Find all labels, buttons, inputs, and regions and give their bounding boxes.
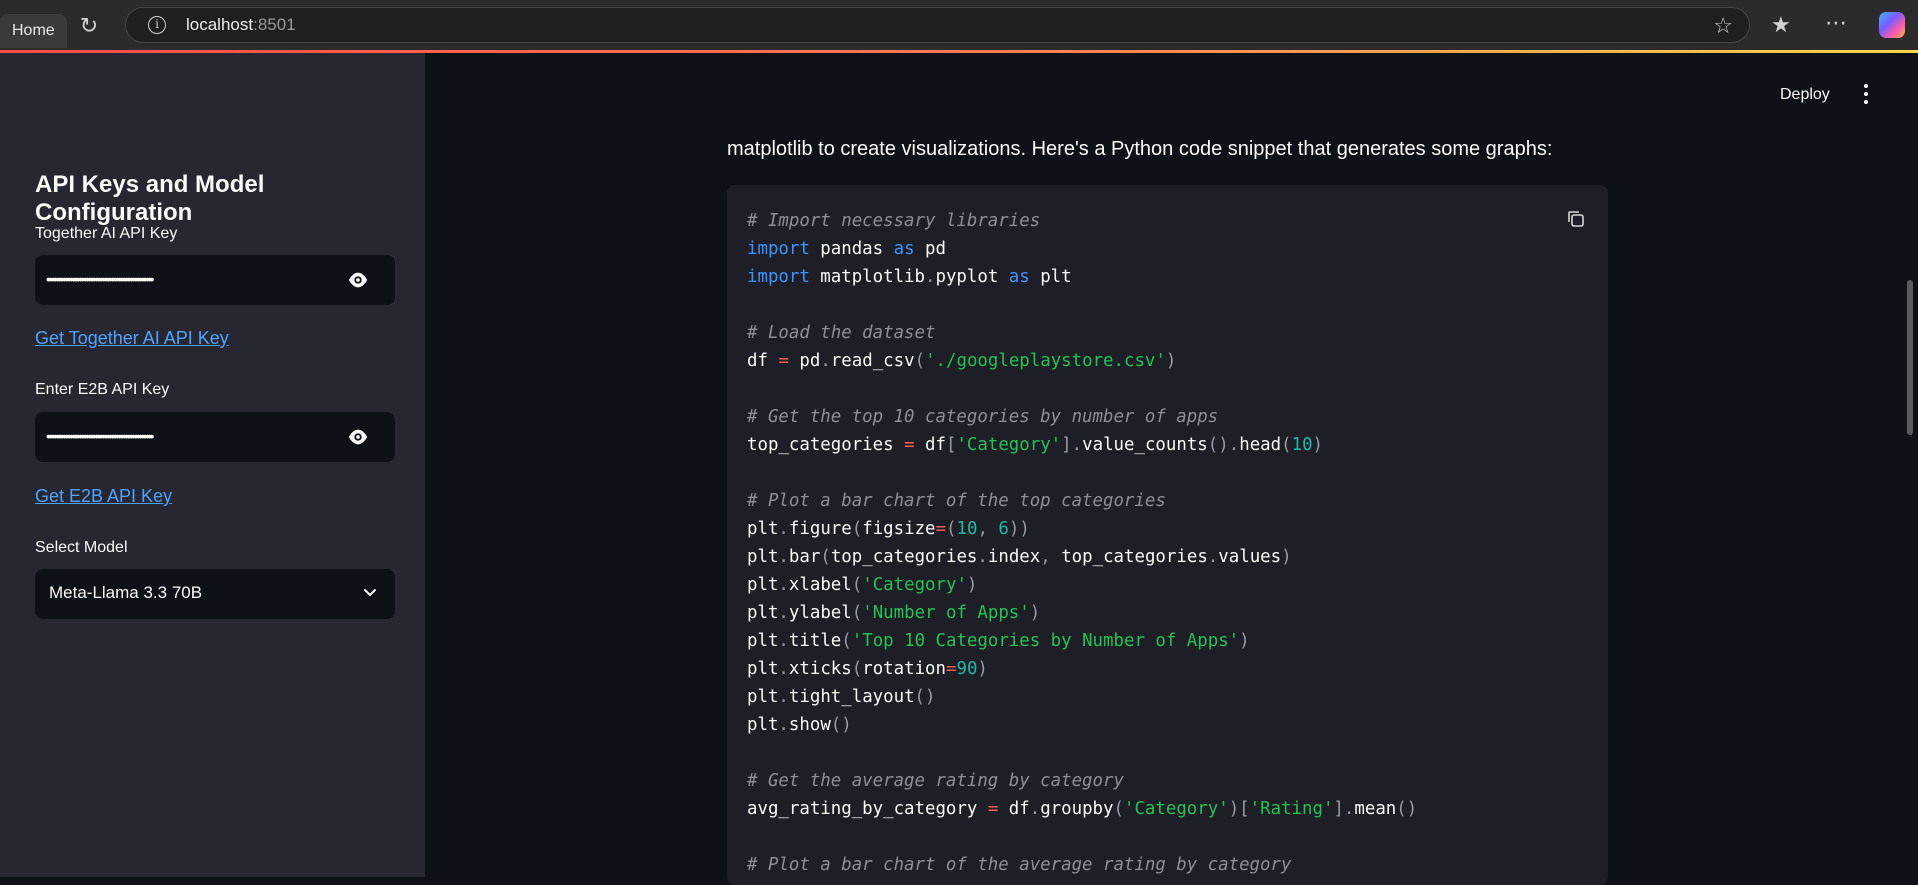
code-line: import pandas as pd [747,239,946,259]
code-line: plt.tight_layout() [747,687,936,707]
code-line: plt.ylabel('Number of Apps') [747,603,1041,623]
eye-icon[interactable] [347,271,369,289]
model-select-value: Meta-Llama 3.3 70B [49,583,203,602]
code-line: # Load the dataset [747,323,936,343]
code-line: plt.xticks(rotation=90) [747,659,988,679]
favorites-icon[interactable]: ★ [1771,12,1791,38]
together-key-label: Together AI API Key [35,225,178,242]
chevron-down-icon [364,589,376,597]
e2b-key-link[interactable]: Get E2B API Key [35,486,172,507]
sidebar: API Keys and Model Configuration Togethe… [0,53,425,877]
reload-icon[interactable]: ↻ [76,13,102,39]
more-icon[interactable]: ⋯ [1825,10,1848,36]
code-line: plt.figure(figsize=(10, 6)) [747,519,1030,539]
copilot-icon[interactable] [1879,12,1905,38]
code-line: top_categories = df['Category'].value_co… [747,435,1324,455]
code-line: # Plot a bar chart of the average rating… [747,855,1292,875]
url-text: localhost:8501 [186,15,296,35]
intro-text: matplotlib to create visualizations. Her… [727,138,1553,160]
e2b-key-label: Enter E2B API Key [35,381,170,398]
code-line: avg_rating_by_category = df.groupby('Cat… [747,799,1418,819]
e2b-key-input[interactable]: ••••••••••••••••••••••••••••••••••••••••… [35,412,395,462]
together-key-link[interactable]: Get Together AI API Key [35,328,229,349]
url-port: :8501 [253,15,296,34]
scrollbar[interactable] [1907,280,1913,435]
together-key-value: ••••••••••••••••••••••••••••••••••••••••… [46,271,154,287]
code-line: plt.show() [747,715,852,735]
code-line: # Get the average rating by category [747,771,1124,791]
together-key-input[interactable]: ••••••••••••••••••••••••••••••••••••••••… [35,255,395,305]
code-line: plt.title('Top 10 Categories by Number o… [747,631,1250,651]
copy-icon[interactable] [1566,209,1586,229]
main-menu-icon[interactable] [1860,82,1872,106]
code-line: import matplotlib.pyplot as plt [747,267,1072,287]
star-icon[interactable]: ☆ [1713,13,1733,39]
code-line: plt.xlabel('Category') [747,575,978,595]
tab-home[interactable]: Home [0,14,67,48]
code-content: # Import necessary libraries import panda… [747,207,1417,879]
sidebar-title: API Keys and Model Configuration [35,171,265,226]
eye-icon[interactable] [347,428,369,446]
e2b-key-value: ••••••••••••••••••••••••••••••••••••••••… [46,428,154,444]
info-icon[interactable]: i [148,16,166,34]
browser-toolbar: Home ↻ i localhost:8501 ☆ ★ ⋯ [0,0,1918,50]
address-bar[interactable]: i localhost:8501 ☆ [125,7,1750,43]
model-select-label: Select Model [35,539,128,556]
deploy-button[interactable]: Deploy [1780,86,1830,104]
code-block: # Import necessary libraries import panda… [727,185,1608,885]
code-line: # Plot a bar chart of the top categories [747,491,1166,511]
code-line: # Import necessary libraries [747,211,1041,231]
model-select[interactable]: Meta-Llama 3.3 70B [35,569,395,619]
url-host: localhost [186,15,254,34]
code-line: # Get the top 10 categories by number of… [747,407,1219,427]
code-line: df = pd.read_csv('./googleplaystore.csv'… [747,351,1177,371]
code-line: plt.bar(top_categories.index, top_catego… [747,547,1292,567]
